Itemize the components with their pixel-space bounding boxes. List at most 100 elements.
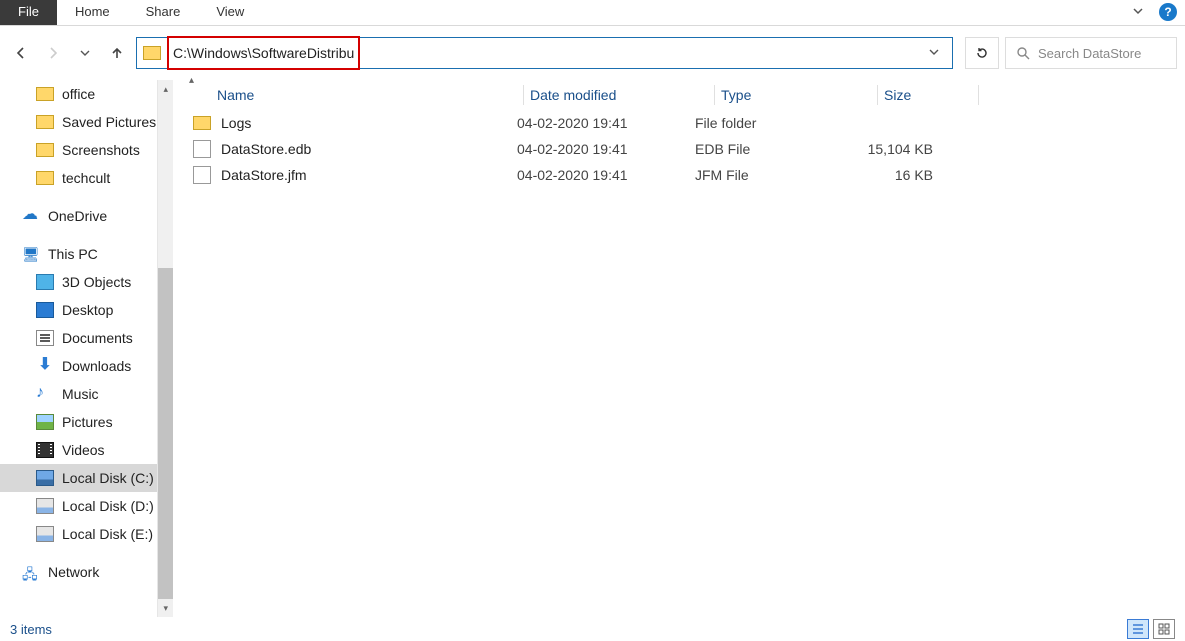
folder-icon <box>36 87 54 101</box>
file-date: 04-02-2020 19:41 <box>517 167 695 183</box>
music-icon: ♪ <box>36 386 54 402</box>
tree-item-label: Downloads <box>62 358 131 374</box>
cloud-icon: ☁ <box>22 208 40 224</box>
file-date: 04-02-2020 19:41 <box>517 115 695 131</box>
desktop-icon <box>36 302 54 318</box>
sidebar-network[interactable]: 🖧 Network <box>0 558 157 586</box>
downloads-icon: ⬇ <box>36 358 54 374</box>
tree-item-label: Desktop <box>62 302 113 318</box>
sidebar-pc-7[interactable]: Local Disk (C:) <box>0 464 157 492</box>
ribbon-tabs: File Home Share View ? <box>0 0 1185 26</box>
table-row[interactable]: Logs 04-02-2020 19:41File folder <box>173 110 1185 136</box>
file-type: EDB File <box>695 141 845 157</box>
tree-item-label: Network <box>48 564 99 580</box>
column-size[interactable]: Size <box>884 87 972 103</box>
details-view-button[interactable] <box>1127 619 1149 639</box>
address-input[interactable] <box>173 39 354 67</box>
sidebar-pc-5[interactable]: Pictures <box>0 408 157 436</box>
search-icon <box>1016 46 1030 60</box>
tree-item-label: Local Disk (E:) <box>62 526 153 542</box>
sidebar-quick-1[interactable]: Saved Pictures <box>0 108 157 136</box>
tree-item-label: Local Disk (C:) <box>62 470 154 486</box>
file-name: Logs <box>221 115 251 131</box>
sidebar-quick-3[interactable]: techcult <box>0 164 157 192</box>
tree-item-label: Pictures <box>62 414 113 430</box>
thumbnails-view-button[interactable] <box>1153 619 1175 639</box>
sidebar-quick-0[interactable]: office <box>0 80 157 108</box>
back-button[interactable] <box>8 40 34 66</box>
folder-icon <box>193 116 211 130</box>
tree-item-label: This PC <box>48 246 98 262</box>
tree-item-label: Saved Pictures <box>62 114 156 130</box>
address-dropdown-chevron-icon[interactable] <box>922 46 946 61</box>
folder-icon <box>36 143 54 157</box>
file-type: JFM File <box>695 167 845 183</box>
address-bar[interactable] <box>136 37 953 69</box>
tree-item-label: Screenshots <box>62 142 140 158</box>
refresh-button[interactable] <box>965 37 999 69</box>
status-bar: 3 items <box>0 617 1185 641</box>
sidebar-pc-8[interactable]: Local Disk (D:) <box>0 492 157 520</box>
navigation-pane: office Saved Pictures Screenshots techcult ☁… <box>0 80 173 617</box>
sidebar-scrollbar[interactable]: ▴ ▾ <box>157 80 173 617</box>
network-icon: 🖧 <box>22 564 40 580</box>
folder-icon <box>143 46 161 60</box>
tree-item-label: Documents <box>62 330 133 346</box>
file-icon <box>193 140 211 158</box>
forward-button <box>40 40 66 66</box>
3d-objects-icon <box>36 274 54 290</box>
tree-item-label: OneDrive <box>48 208 107 224</box>
search-box[interactable]: Search DataStore <box>1005 37 1177 69</box>
sidebar-pc-1[interactable]: Desktop <box>0 296 157 324</box>
disk-icon <box>36 498 54 514</box>
tab-view[interactable]: View <box>198 0 262 25</box>
sidebar-pc-2[interactable]: Documents <box>0 324 157 352</box>
tree-item-label: 3D Objects <box>62 274 131 290</box>
videos-icon <box>36 442 54 458</box>
tree-item-label: Videos <box>62 442 105 458</box>
folder-icon <box>36 115 54 129</box>
tree-item-label: office <box>62 86 95 102</box>
column-name[interactable]: ▴ Name <box>217 87 517 103</box>
disk-icon <box>36 470 54 486</box>
ribbon-collapse-chevron-icon[interactable] <box>1121 0 1155 25</box>
file-name: DataStore.jfm <box>221 167 307 183</box>
column-type[interactable]: Type <box>721 87 871 103</box>
scroll-thumb[interactable] <box>158 268 173 599</box>
pictures-icon <box>36 414 54 430</box>
sidebar-pc-3[interactable]: ⬇ Downloads <box>0 352 157 380</box>
address-highlight <box>167 36 360 70</box>
sidebar-pc-0[interactable]: 3D Objects <box>0 268 157 296</box>
table-row[interactable]: DataStore.edb04-02-2020 19:41EDB File15,… <box>173 136 1185 162</box>
up-button[interactable] <box>104 40 130 66</box>
sort-caret-icon: ▴ <box>189 75 194 86</box>
tree-item-label: Local Disk (D:) <box>62 498 154 514</box>
file-size: 16 KB <box>845 167 933 183</box>
item-count: 3 items <box>10 622 52 637</box>
scroll-down-icon[interactable]: ▾ <box>158 599 173 617</box>
sidebar-quick-2[interactable]: Screenshots <box>0 136 157 164</box>
tab-file[interactable]: File <box>0 0 57 25</box>
sidebar-onedrive[interactable]: ☁ OneDrive <box>0 202 157 230</box>
column-date[interactable]: Date modified <box>530 87 708 103</box>
help-icon[interactable]: ? <box>1159 3 1177 21</box>
sidebar-pc-4[interactable]: ♪Music <box>0 380 157 408</box>
file-icon <box>193 166 211 184</box>
file-type: File folder <box>695 115 845 131</box>
disk-icon <box>36 526 54 542</box>
tab-home[interactable]: Home <box>57 0 128 25</box>
search-placeholder: Search DataStore <box>1038 46 1141 61</box>
file-size: 15,104 KB <box>845 141 933 157</box>
tab-share[interactable]: Share <box>128 0 199 25</box>
file-list-panel: ▴ Name Date modified Type Size Logs 04-02… <box>173 80 1185 617</box>
column-headers: ▴ Name Date modified Type Size <box>173 80 1185 110</box>
recent-locations-chevron-icon[interactable] <box>72 40 98 66</box>
table-row[interactable]: DataStore.jfm 04-02-2020 19:41JFM File16 … <box>173 162 1185 188</box>
sidebar-this-pc[interactable]: 🖥 This PC <box>0 240 157 268</box>
folder-icon <box>36 171 54 185</box>
sidebar-pc-6[interactable]: Videos <box>0 436 157 464</box>
scroll-up-icon[interactable]: ▴ <box>158 80 173 98</box>
file-date: 04-02-2020 19:41 <box>517 141 695 157</box>
pc-icon: 🖥 <box>22 246 40 262</box>
sidebar-pc-9[interactable]: Local Disk (E:) <box>0 520 157 548</box>
